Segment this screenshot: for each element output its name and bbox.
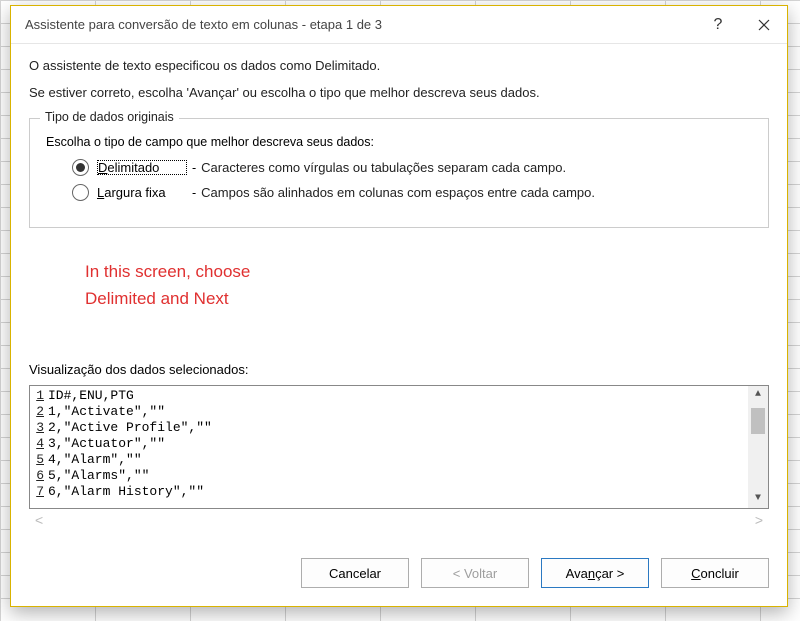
- line-number: 4: [30, 436, 46, 452]
- line-text: 1,"Activate","": [46, 404, 165, 420]
- radio-delimited-label[interactable]: Delimitado: [97, 160, 187, 175]
- line-text: ID#,ENU,PTG: [46, 388, 134, 404]
- scroll-right-arrow[interactable]: >: [755, 512, 763, 528]
- radio-delimited-desc: Caracteres como vírgulas ou tabulações s…: [201, 160, 566, 175]
- preview-row: 54,"Alarm","": [30, 452, 748, 468]
- scroll-down-arrow[interactable]: ▼: [748, 490, 768, 508]
- line-text: 3,"Actuator","": [46, 436, 165, 452]
- line-number: 2: [30, 404, 46, 420]
- preview-row: 65,"Alarms","": [30, 468, 748, 484]
- vertical-scrollbar[interactable]: ▲ ▼: [748, 386, 768, 508]
- close-icon: [758, 19, 770, 31]
- close-button[interactable]: [741, 6, 787, 43]
- cancel-button[interactable]: Cancelar: [301, 558, 409, 588]
- line-number: 6: [30, 468, 46, 484]
- original-data-type-group: Tipo de dados originais Escolha o tipo d…: [29, 118, 769, 228]
- radio-row-fixed: Largura fixa - Campos são alinhados em c…: [72, 184, 752, 201]
- annotation-line-1: In this screen, choose: [85, 258, 769, 285]
- fieldset-legend: Tipo de dados originais: [40, 110, 179, 124]
- line-text: 5,"Alarms","": [46, 468, 149, 484]
- scroll-up-arrow[interactable]: ▲: [748, 386, 768, 404]
- line-text: 2,"Active Profile","": [46, 420, 212, 436]
- radio-fixed-width-label[interactable]: Largura fixa: [97, 185, 187, 200]
- dialog-content: O assistente de texto especificou os dad…: [11, 44, 787, 540]
- preview-text-area[interactable]: 1ID#,ENU,PTG21,"Activate",""32,"Active P…: [30, 386, 748, 508]
- preview-label: Visualização dos dados selecionados:: [29, 362, 769, 377]
- preview-row: 43,"Actuator","": [30, 436, 748, 452]
- finish-button[interactable]: Concluir: [661, 558, 769, 588]
- help-button[interactable]: ?: [695, 6, 741, 43]
- next-button[interactable]: Avançar >: [541, 558, 649, 588]
- data-preview: 1ID#,ENU,PTG21,"Activate",""32,"Active P…: [29, 385, 769, 509]
- scroll-left-arrow[interactable]: <: [35, 512, 43, 528]
- line-number: 1: [30, 388, 46, 404]
- text-to-columns-dialog: Assistente para conversão de texto em co…: [10, 5, 788, 607]
- radio-row-delimited: Delimitado - Caracteres como vírgulas ou…: [72, 159, 752, 176]
- back-button: < Voltar: [421, 558, 529, 588]
- titlebar: Assistente para conversão de texto em co…: [11, 6, 787, 44]
- preview-row: 76,"Alarm History","": [30, 484, 748, 500]
- line-number: 5: [30, 452, 46, 468]
- line-text: 4,"Alarm","": [46, 452, 142, 468]
- radio-fixed-width-desc: Campos são alinhados em colunas com espa…: [201, 185, 595, 200]
- scroll-thumb[interactable]: [751, 408, 765, 434]
- fieldset-prompt: Escolha o tipo de campo que melhor descr…: [46, 135, 752, 149]
- sep: -: [192, 161, 196, 175]
- intro-line-1: O assistente de texto especificou os dad…: [29, 58, 769, 73]
- intro-line-2: Se estiver correto, escolha 'Avançar' ou…: [29, 85, 769, 100]
- dialog-title: Assistente para conversão de texto em co…: [25, 17, 695, 32]
- annotation-text: In this screen, choose Delimited and Nex…: [85, 258, 769, 312]
- preview-row: 21,"Activate","": [30, 404, 748, 420]
- annotation-line-2: Delimited and Next: [85, 285, 769, 312]
- line-number: 7: [30, 484, 46, 500]
- preview-row: 32,"Active Profile","": [30, 420, 748, 436]
- radio-fixed-width[interactable]: [72, 184, 89, 201]
- sep: -: [192, 186, 196, 200]
- line-text: 6,"Alarm History","": [46, 484, 204, 500]
- radio-delimited[interactable]: [72, 159, 89, 176]
- preview-row: 1ID#,ENU,PTG: [30, 388, 748, 404]
- line-number: 3: [30, 420, 46, 436]
- horizontal-scrollbar[interactable]: < >: [29, 509, 769, 531]
- button-row: Cancelar < Voltar Avançar > Concluir: [11, 540, 787, 606]
